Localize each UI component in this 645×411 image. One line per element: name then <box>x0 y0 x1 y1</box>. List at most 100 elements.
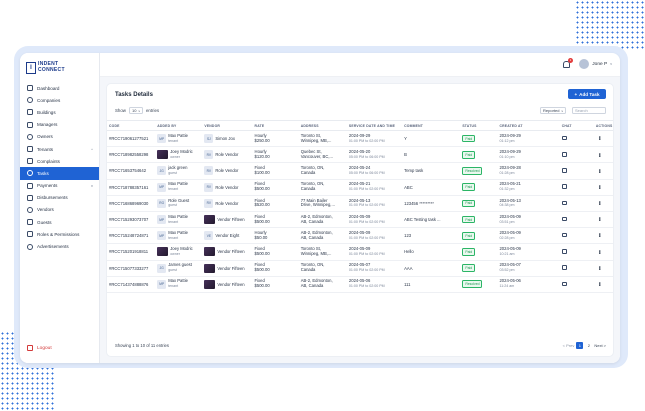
column-header[interactable]: RATE <box>252 120 299 131</box>
service-date-value: 2024-05-06 <box>348 278 371 284</box>
sidebar-item-vendors[interactable]: Vendors <box>20 204 99 216</box>
created-at-cell: 2024-09-28 01:28 pm <box>497 162 560 180</box>
table-row[interactable]: #RCC7190612775​21 MP Max Pattie tenant SJ Sim… <box>107 130 613 148</box>
chat-icon[interactable] <box>561 249 567 254</box>
column-header[interactable]: ADDRESS <box>298 120 347 131</box>
table-row[interactable]: #RCC7165375464​2 JG jack green guest RV Role … <box>107 162 613 180</box>
address: Toronto St, Winnipeg, MB,... <box>301 246 347 257</box>
comment-cell: ABC <box>402 179 461 196</box>
sidebar-item-tenants[interactable]: Tenants ^ <box>20 143 99 155</box>
status-cell: Paid <box>460 227 498 245</box>
created-at: 2024-09-28 01:28 pm <box>499 165 559 176</box>
service-date: 2024-05-21 01:00 PM to 02:00 PM <box>349 181 402 192</box>
address: AB-2, Edmonton, AB, Canada <box>301 279 347 289</box>
next-page-button[interactable]: Next > <box>594 343 606 348</box>
more-options-icon[interactable]: ••• <box>596 250 602 254</box>
sidebar-item-owners[interactable]: Owners <box>20 131 99 143</box>
chat-icon[interactable] <box>561 135 567 141</box>
column-header[interactable]: COMMENT <box>402 120 461 131</box>
status-filter-select[interactable]: Reported v <box>540 107 566 114</box>
prev-page-button[interactable]: < Prev <box>563 343 575 348</box>
service-date: 2024-05-06 01:00 PM to 02:00 PM <box>349 279 402 289</box>
column-header[interactable]: STATUS <box>460 120 498 131</box>
added-by-role: tenant <box>168 187 179 192</box>
added-by-cell: MP Max Pattie tenant <box>155 227 203 245</box>
table-row[interactable]: #RCC7143748888​76 MP Max Pattie tenant Vendo… <box>107 276 613 293</box>
comment: 111 <box>404 281 411 287</box>
more-options-icon[interactable]: ••• <box>596 266 602 270</box>
chat-icon[interactable] <box>561 281 567 287</box>
column-header[interactable]: ADDED BY <box>155 120 203 131</box>
tasks-icon <box>27 170 33 177</box>
sidebar-item-companies[interactable]: Companies <box>20 94 99 106</box>
vendor: SJ Simon Jox <box>204 134 252 144</box>
entries-select[interactable]: 10 v <box>128 107 143 114</box>
sidebar-item-advertisements[interactable]: Advertisements <box>20 240 99 252</box>
column-header[interactable]: CHAT <box>559 120 594 131</box>
more-options-icon[interactable]: ••• <box>596 201 602 205</box>
chat-icon[interactable] <box>561 232 567 238</box>
sidebar-item-guests[interactable]: Guests <box>20 216 99 228</box>
sidebar-item-complaints[interactable]: Complaints <box>20 155 99 167</box>
page-2-button[interactable]: 2 <box>585 342 592 349</box>
search-input[interactable]: Search <box>572 107 606 114</box>
status-badge: Paid <box>462 231 476 240</box>
vendor-initials: RV <box>204 150 214 160</box>
owners-icon <box>27 133 33 140</box>
added-by: Joey Modric owner <box>157 149 202 160</box>
column-header[interactable]: CODE <box>107 120 156 131</box>
column-header[interactable]: ACTIONS <box>593 120 613 131</box>
chat-icon[interactable] <box>561 200 567 206</box>
more-options-icon[interactable]: ••• <box>596 217 602 221</box>
sidebar-item-managers[interactable]: Managers <box>20 119 99 131</box>
service-date: 2024-09-29 01:00 PM to 02:00 PM <box>349 133 402 144</box>
added-by-role: guest <box>168 170 177 175</box>
added-by-cell: Joey Modric owner <box>155 243 203 261</box>
more-options-icon[interactable]: ••• <box>596 185 602 189</box>
more-options-icon[interactable]: ••• <box>596 153 602 157</box>
sidebar-item-payments[interactable]: Payments v <box>20 180 99 192</box>
status-cell: Paid <box>460 179 498 196</box>
sidebar-item-roles-permissions[interactable]: Roles & Permissions <box>20 228 99 240</box>
entries-label: entries <box>145 108 160 113</box>
address: Toronto, ON, Canada <box>301 165 347 176</box>
sidebar-item-label: Managers <box>37 122 58 128</box>
sidebar-item-buildings[interactable]: Buildings <box>20 106 99 118</box>
vendor-cell: RV Role Vendor <box>202 146 253 164</box>
service-time-value: 01:00 PM to 02:00 PM <box>348 284 385 289</box>
table-row[interactable]: #RCC7152019188​11 Joey Modric owner Vendor … <box>107 243 613 261</box>
chat-icon[interactable] <box>561 152 567 157</box>
sidebar-item-disbursements[interactable]: Disbursements <box>20 192 99 204</box>
table-row[interactable]: #RCC7150773332​77 JG James guest guest Vendo… <box>107 260 613 277</box>
table-row[interactable]: #RCC7187883571​61 MP Max Pattie tenant RV Rol… <box>107 179 613 196</box>
more-options-icon[interactable]: ••• <box>596 233 602 237</box>
chat-icon[interactable] <box>561 216 567 222</box>
table-row[interactable]: #RCC7168689690​30 RG Role Guest guest RV Role… <box>107 195 613 212</box>
chat-icon[interactable] <box>561 184 567 189</box>
more-options-icon[interactable]: ••• <box>596 136 602 140</box>
column-header[interactable]: CREATED AT <box>497 120 560 131</box>
table-row[interactable]: #RCC7152487248​71 MP Max Pattie tenant VE Ven… <box>107 227 613 245</box>
chat-icon[interactable] <box>561 265 567 270</box>
show-label: Show <box>115 108 126 113</box>
add-task-button[interactable]: + Add Task <box>568 89 606 99</box>
sidebar-item-tasks[interactable]: Tasks <box>20 167 99 180</box>
brand-logo[interactable]: I INDENT CONNECT <box>26 61 99 74</box>
vendor: Vendor Fifteen <box>204 215 252 225</box>
vendor-name: Vendor Eight <box>215 233 240 239</box>
more-options-icon[interactable]: ••• <box>596 282 602 286</box>
logout-button[interactable]: Logout <box>27 345 52 351</box>
table-row[interactable]: #RCC7189825582​98 Joey Modric owner RV Role … <box>107 146 613 164</box>
rate: Fixed $500.00 <box>255 279 299 289</box>
page-1-button[interactable]: 1 <box>576 342 584 349</box>
chat-icon[interactable] <box>561 168 567 173</box>
column-header[interactable]: SERVICE DATE AND TIME <box>346 120 403 131</box>
column-header[interactable]: VENDOR <box>202 120 253 131</box>
user-photo <box>157 247 169 257</box>
more-options-icon[interactable]: ••• <box>596 169 602 173</box>
user-menu[interactable]: Jone P v <box>579 59 612 69</box>
table-row[interactable]: #RCC7152930737​07 MP Max Pattie tenant Vendo… <box>107 211 613 229</box>
sidebar-item-dashboard[interactable]: Dashboard <box>20 82 99 94</box>
created-at: 2024-09-29 01:10 pm <box>499 149 559 160</box>
sidebar-item-label: Owners <box>37 134 53 140</box>
